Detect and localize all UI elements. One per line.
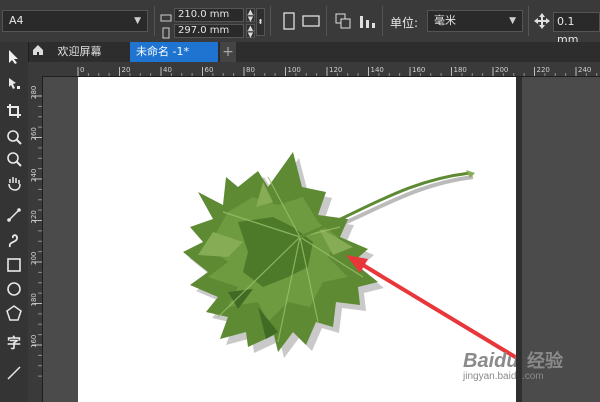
ruler-label: 180 [454,66,467,74]
ruler-label: 240 [578,66,591,74]
home-icon [32,43,44,55]
ruler-label: 200 [495,66,508,74]
divider [270,6,271,36]
page-size-value: A4 [9,14,24,27]
vertical-ruler[interactable]: 280 260 240 220 200 180 160 [28,76,43,402]
horizontal-ruler[interactable]: 0 20 40 60 80 100 120 140 160 180 200 220 240 [28,62,600,77]
artistic-media-tool-icon[interactable] [2,230,26,252]
page-width-field[interactable]: 210.0 mm [174,8,244,22]
ruler-label: 200 [30,252,38,265]
add-tab-button[interactable]: + [220,42,236,62]
ruler-label: 220 [30,210,38,223]
ruler-label: 180 [30,293,38,306]
pick-tool-icon[interactable] [2,46,26,68]
ellipse-tool-icon[interactable] [2,278,26,300]
page-size-dropdown[interactable]: A4 ▼ [2,10,148,32]
crop-tool-icon[interactable] [2,100,26,122]
chevron-down-icon: ▼ [509,16,516,26]
polygon-tool-icon[interactable] [2,302,26,324]
tab-welcome-label: 欢迎屏幕 [57,45,102,58]
document-tab-bar: 欢迎屏幕 未命名 -1* + [0,42,600,62]
zoom-tool-icon[interactable] [2,126,26,148]
page-height-icon [160,24,172,39]
ruler-label: 40 [163,66,172,74]
page-height-value: 297.0 mm [178,25,230,36]
horizontal-ruler-ticks: 0 20 40 60 80 100 120 140 160 180 200 220 240 [77,66,598,76]
divider [326,6,327,36]
baidu-jingyan-watermark: Baidu 经验 jingyan.baidu.com [463,347,593,387]
toolbox: 字 [0,42,29,402]
ruler-label: 280 [30,86,38,99]
maple-leaf-image[interactable] [78,77,516,402]
divider [528,6,529,36]
landscape-orientation-button[interactable] [300,10,322,32]
ruler-label: 120 [329,66,342,74]
page-width-icon [160,9,172,22]
text-tool-icon[interactable]: 字 [2,332,26,354]
drawing-canvas[interactable]: Baidu 经验 jingyan.baidu.com [43,77,600,402]
node-tool-icon[interactable] [2,72,26,94]
width-up-spinner[interactable]: ▲ [246,8,255,16]
nudge-distance-field[interactable]: 0.1 mm [553,12,600,46]
ruler-label: 100 [288,66,301,74]
current-page-icon[interactable] [356,10,378,32]
tab-untitled-label: 未命名 -1* [136,45,189,58]
dimension-spinner[interactable]: ⬍ [256,8,265,36]
ruler-label: 160 [412,66,425,74]
width-down-spinner[interactable]: ▼ [246,15,255,23]
nudge-icon [533,12,551,30]
portrait-orientation-button[interactable] [278,10,300,32]
ruler-label: 240 [30,169,38,182]
vertical-ruler-ticks: 280 260 240 220 200 180 160 [30,86,42,377]
freehand-tool-icon[interactable] [2,204,26,226]
page-shadow [516,77,522,402]
pan-tool-icon[interactable] [2,172,26,194]
ruler-label: 80 [246,66,255,74]
height-up-spinner[interactable]: ▲ [246,24,255,32]
rectangle-tool-icon[interactable] [2,254,26,276]
divider [154,6,155,36]
units-label: 单位: [390,16,419,30]
all-pages-icon[interactable] [332,10,354,32]
chevron-down-icon: ▼ [134,16,141,26]
height-down-spinner[interactable]: ▼ [246,31,255,39]
units-value: 毫米 [434,14,456,27]
ruler-label: 60 [205,66,214,74]
units-dropdown[interactable]: 毫米 ▼ [427,10,523,32]
watermark-brand: Baidu [463,350,519,372]
tab-untitled-1[interactable]: 未命名 -1* [130,42,218,62]
page-height-field[interactable]: 297.0 mm [174,24,244,38]
ruler-label: 20 [122,66,131,74]
watermark-url: jingyan.baidu.com [463,371,544,382]
ruler-label: 260 [30,127,38,140]
page-width-value: 210.0 mm [178,9,230,20]
line-tool-icon[interactable] [2,362,26,384]
ruler-origin[interactable] [28,62,42,76]
ruler-label: 140 [371,66,384,74]
ruler-label: 220 [537,66,550,74]
document-page[interactable]: Baidu 经验 jingyan.baidu.com [78,77,563,402]
ruler-label: 0 [80,66,84,74]
property-bar: A4 ▼ 210.0 mm ▲ ▼ 297.0 mm ▲ ▼ ⬍ 单位: 毫米 … [0,0,600,46]
text-tool-glyph: 字 [7,336,21,352]
divider [382,6,383,36]
ruler-label: 160 [30,335,38,348]
tab-welcome[interactable]: 欢迎屏幕 [28,42,128,62]
watermark-brand-cn: 经验 [527,351,564,371]
zoom-tool-secondary-icon[interactable] [2,148,26,170]
